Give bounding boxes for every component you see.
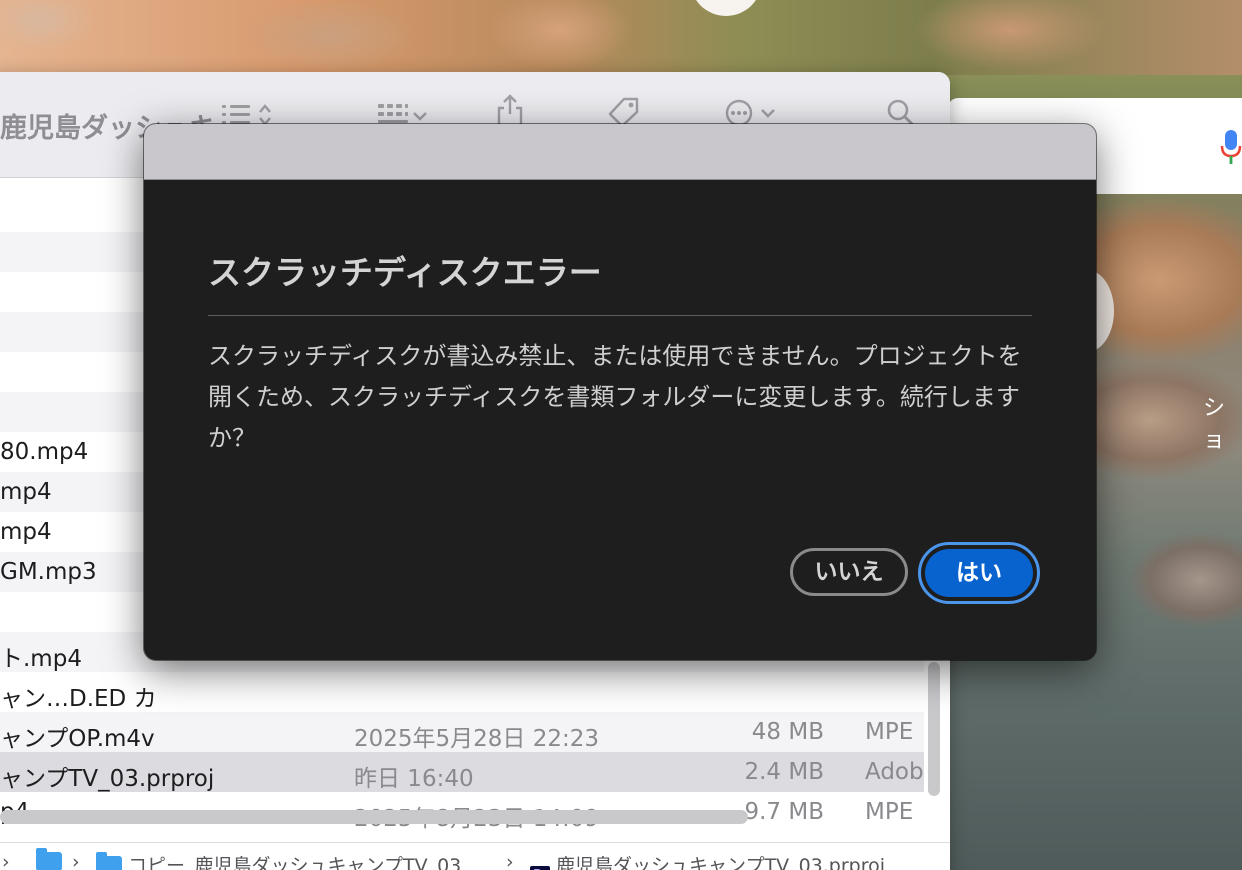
file-date: 昨日 16:40 [354, 766, 474, 792]
file-row[interactable]: ャン…D.ED カ [0, 672, 924, 712]
dialog-divider [208, 315, 1032, 316]
path-folder-label: コピー_鹿児島ダッシュキャンプTV_03 [128, 855, 462, 870]
dialog-titlebar[interactable] [144, 124, 1096, 180]
file-name: GM.mp3 [0, 559, 97, 585]
folder-icon[interactable] [36, 848, 62, 870]
premiere-project-icon: Pr [530, 866, 550, 870]
chevron-right-icon: › [2, 851, 10, 870]
microphone-icon[interactable] [1220, 128, 1242, 166]
browser-partial-text: ショ [1203, 396, 1226, 453]
file-name: ャン…D.ED カ [0, 686, 157, 712]
path-file[interactable]: Pr 鹿児島ダッシュキャンプTV_03.prproj [530, 851, 885, 870]
horizontal-scrollbar[interactable] [0, 810, 748, 824]
scratch-disk-error-dialog: スクラッチディスクエラー スクラッチディスクが書込み禁止、または使用できません。… [144, 124, 1096, 660]
file-name: ャンプTV_03.prproj [0, 766, 215, 792]
file-name: 80.mp4 [0, 439, 89, 465]
path-file-label: 鹿児島ダッシュキャンプTV_03.prproj [556, 855, 886, 870]
file-kind: MPE [865, 719, 914, 745]
share-icon[interactable] [496, 94, 524, 128]
file-size: 9.7 MB [744, 799, 824, 825]
vertical-scrollbar[interactable] [928, 662, 940, 796]
yes-button[interactable]: はい [925, 549, 1033, 597]
yes-button-focus-ring[interactable]: はい [918, 542, 1040, 604]
file-row[interactable]: ャンプOP.m4v 2025年5月28日 22:23 48 MB MPE [0, 712, 924, 752]
file-size: 48 MB [751, 719, 824, 745]
path-folder[interactable]: コピー_鹿児島ダッシュキャンプTV_03 [96, 851, 461, 870]
no-button[interactable]: いいえ [790, 548, 908, 596]
file-name: mp4 [0, 519, 52, 545]
file-size: 2.4 MB [744, 759, 824, 785]
file-name: mp4 [0, 479, 52, 505]
dialog-title: スクラッチディスクエラー [208, 253, 602, 292]
file-row-selected[interactable]: ャンプTV_03.prproj 昨日 16:40 2.4 MB Adob [0, 752, 924, 792]
folder-icon [96, 852, 122, 870]
chevron-right-icon: › [72, 851, 80, 870]
wallpaper-sky [0, 0, 1242, 75]
file-kind: MPE [865, 799, 914, 825]
dialog-message: スクラッチディスクが書込み禁止、または使用できません。プロジェクトを開くため、ス… [208, 342, 1022, 452]
file-kind: Adob [865, 759, 924, 785]
chevron-right-icon: › [506, 851, 514, 870]
file-date: 2025年5月28日 22:23 [354, 726, 600, 752]
path-bar: › › コピー_鹿児島ダッシュキャンプTV_03 › Pr 鹿児島ダッシュキャン… [0, 842, 950, 870]
file-name: ト.mp4 [0, 646, 82, 672]
file-name: ャンプOP.m4v [0, 726, 155, 752]
